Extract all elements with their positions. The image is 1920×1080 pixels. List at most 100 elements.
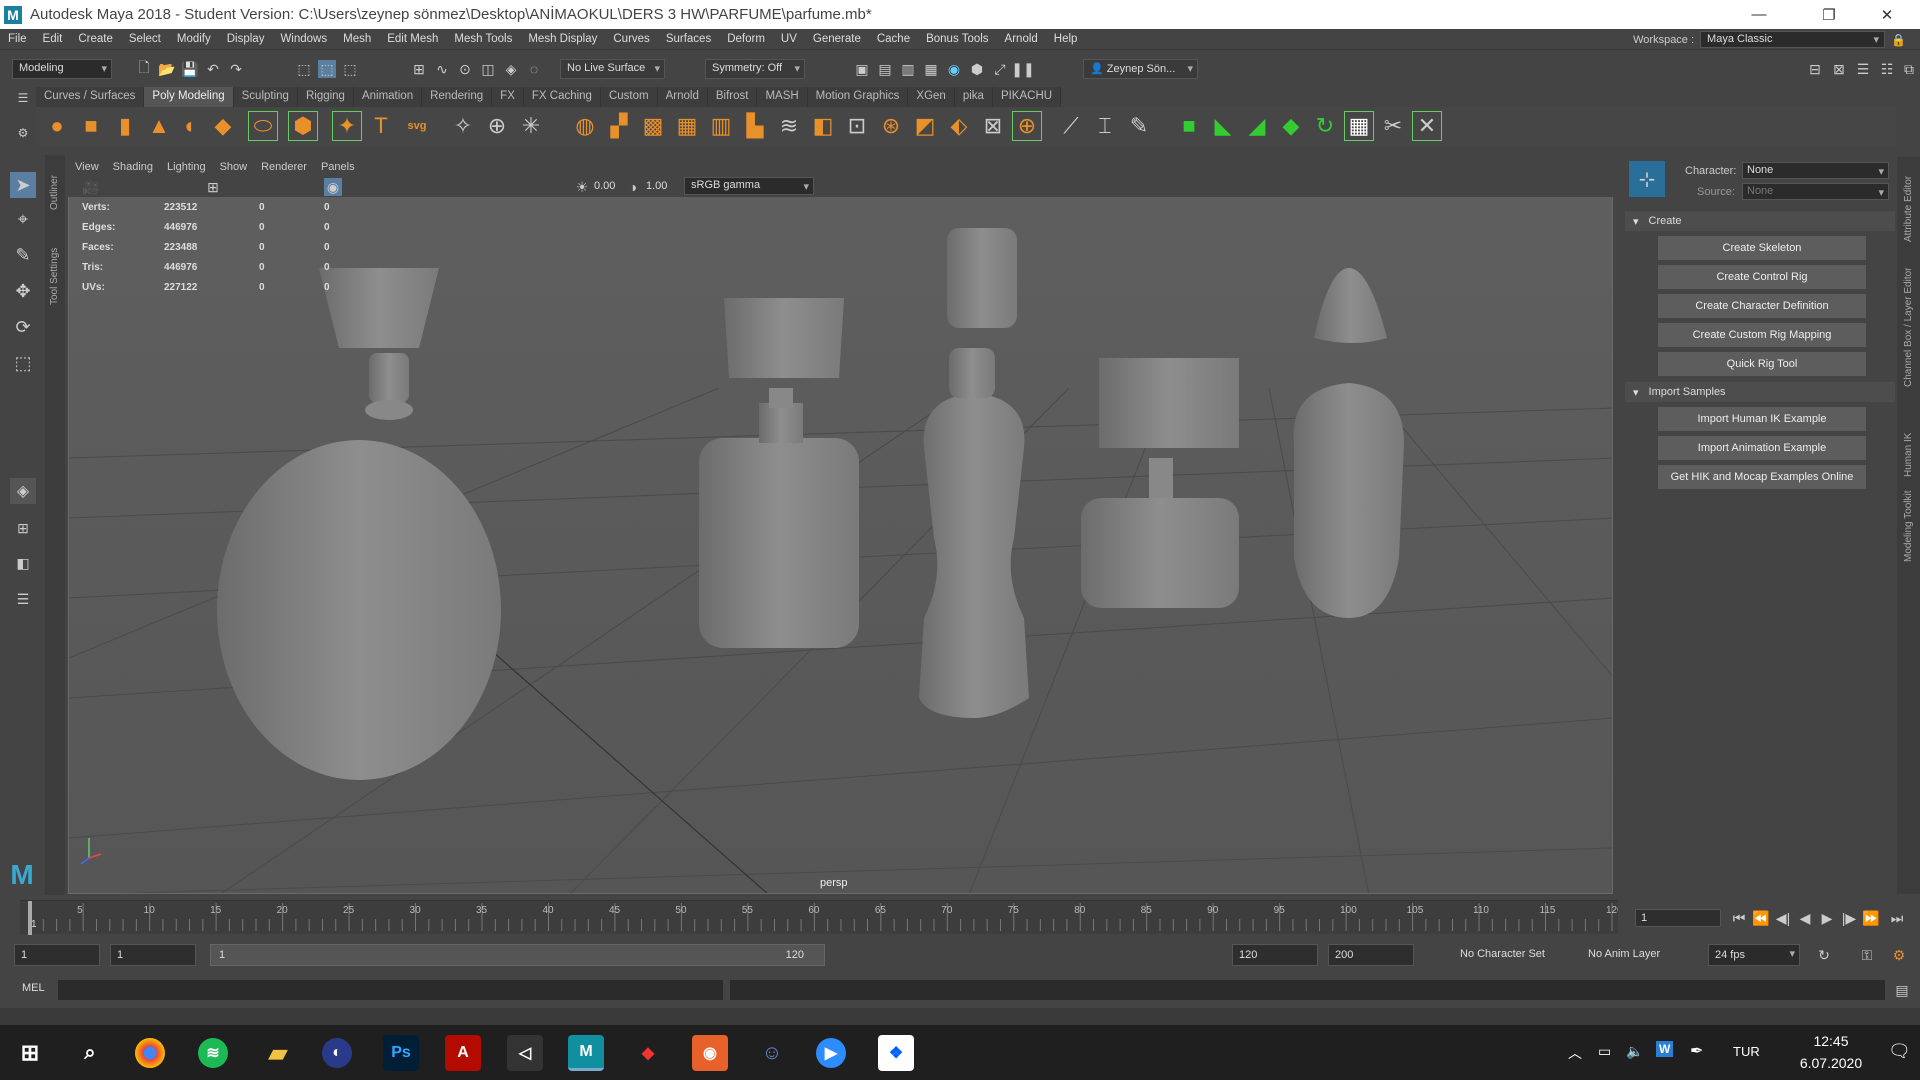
arnold-ipr-icon[interactable]: ⤢ — [991, 60, 1009, 78]
select-hierarchy-icon[interactable]: ⬚ — [295, 60, 313, 78]
ipr-render-icon[interactable]: ▥ — [899, 60, 917, 78]
snap-point-icon[interactable]: ⊙ — [456, 60, 474, 78]
undo-icon[interactable]: ↶ — [204, 60, 222, 78]
search-icon[interactable]: ⌕ — [72, 1035, 108, 1071]
snap-vertex-icon[interactable]: ◌ — [525, 60, 543, 78]
playback-end-field[interactable]: 120 — [1232, 944, 1318, 966]
uv-cylindrical-icon[interactable]: ◣ — [1208, 111, 1238, 141]
boolean-icon[interactable]: ▩ — [638, 111, 668, 141]
acrobat-icon[interactable]: A — [445, 1035, 481, 1071]
current-frame-field[interactable]: 1 — [1635, 909, 1721, 927]
import-human-ik-example-button[interactable]: Import Human IK Example — [1658, 407, 1866, 431]
shelf-tab-rendering[interactable]: Rendering — [422, 87, 493, 107]
step-forward-key-icon[interactable]: ⏩ — [1862, 909, 1880, 927]
layout-two-icon[interactable]: ◧ — [10, 550, 36, 576]
minimize-button[interactable]: — — [1736, 0, 1782, 29]
layer-editor-icon[interactable]: ⧉ — [1900, 60, 1918, 78]
viewport-menu-view[interactable]: View — [68, 161, 106, 173]
close-button[interactable]: ✕ — [1864, 0, 1910, 29]
poly-star-icon[interactable]: ✦ — [332, 111, 362, 141]
merge-icon[interactable]: ⊕ — [1012, 111, 1042, 141]
create-control-rig-button[interactable]: Create Control Rig — [1658, 265, 1866, 289]
shelf-tab-pikachu[interactable]: PIKACHU — [992, 87, 1062, 107]
sketchup-icon[interactable]: ◆ — [630, 1035, 666, 1071]
shelf-tab-animation[interactable]: Animation — [353, 87, 423, 107]
time-slider[interactable]: 1 5 10 15 20 25 30 35 40 45 50 55 60 65 70 75 80 85 90 95 10… — [20, 900, 1623, 935]
extrude-icon[interactable]: ▥ — [706, 111, 736, 141]
viewport-menu-lighting[interactable]: Lighting — [160, 161, 213, 173]
menu-mesh[interactable]: Mesh — [335, 33, 379, 45]
multi-cut-icon[interactable]: ⊠ — [978, 111, 1008, 141]
right-tab-attribute-editor[interactable]: Attribute Editor — [1903, 176, 1914, 242]
poly-cone-icon[interactable]: ▲ — [144, 111, 174, 141]
target-weld-icon[interactable]: ✎ — [1124, 111, 1154, 141]
grid-toggle-icon[interactable]: ⊞ — [204, 178, 222, 196]
uv-layout-icon[interactable]: ▦ — [1344, 111, 1374, 141]
paint-select-icon[interactable]: ✎ — [10, 242, 36, 268]
select-tool-icon[interactable]: ➤ — [10, 172, 36, 198]
outliner-tab[interactable]: Outliner — [49, 175, 60, 210]
create-section-header[interactable]: ▾ Create — [1625, 211, 1895, 231]
file-explorer-icon[interactable]: ▰ — [260, 1035, 296, 1071]
offset-edge-loop-icon[interactable]: ⌶ — [1090, 111, 1120, 141]
step-forward-frame-icon[interactable]: |▶ — [1840, 909, 1858, 927]
photoshop-icon[interactable]: Ps — [383, 1035, 419, 1071]
tool-settings-tab[interactable]: Tool Settings — [49, 248, 60, 305]
mel-label[interactable]: MEL — [22, 982, 45, 994]
extract-icon[interactable]: ▞ — [604, 111, 634, 141]
spotify-icon[interactable]: ≋ — [198, 1038, 228, 1068]
poly-torus-icon[interactable]: ◐ — [176, 111, 206, 141]
menu-generate[interactable]: Generate — [805, 33, 869, 45]
shelf-tab-poly-modeling[interactable]: Poly Modeling — [144, 87, 234, 107]
poly-sphere-icon[interactable]: ● — [42, 111, 72, 141]
render-settings-icon[interactable]: ▦ — [922, 60, 940, 78]
anim-layer-dropdown[interactable]: No Anim Layer — [1588, 948, 1660, 960]
fps-dropdown[interactable]: 24 fps — [1708, 944, 1800, 966]
right-tab-modeling-toolkit[interactable]: Modeling Toolkit — [1903, 490, 1914, 562]
symmetry-dropdown[interactable]: Symmetry: Off — [705, 59, 805, 79]
play-forward-icon[interactable]: ▶ — [1818, 909, 1836, 927]
redo-icon[interactable]: ↷ — [227, 60, 245, 78]
step-back-key-icon[interactable]: ⏪ — [1752, 909, 1770, 927]
outliner-layout-icon[interactable]: ☰ — [10, 586, 36, 612]
layout-single-icon[interactable]: ◈ — [10, 478, 36, 504]
viewport-menu-renderer[interactable]: Renderer — [254, 161, 314, 173]
combine-icon[interactable]: ⊕ — [482, 111, 512, 141]
render-view-icon[interactable]: ▣ — [853, 60, 871, 78]
select-object-icon[interactable]: ⬚ — [318, 60, 336, 78]
clock-time[interactable]: 12:45 — [1796, 1033, 1866, 1049]
unity-icon[interactable]: ◁ — [507, 1035, 543, 1071]
poly-disc-icon[interactable]: ⬭ — [248, 111, 278, 141]
move-tool-icon[interactable]: ✥ — [10, 278, 36, 304]
menu-surfaces[interactable]: Surfaces — [658, 33, 719, 45]
loop-icon[interactable]: ↻ — [1815, 946, 1833, 964]
create-skeleton-button[interactable]: Create Skeleton — [1658, 236, 1866, 260]
render-current-icon[interactable]: ▤ — [876, 60, 894, 78]
pause-ipr-icon[interactable]: ❚❚ — [1011, 60, 1034, 78]
bridge-icon[interactable]: ▙ — [740, 111, 770, 141]
shelf-tab-fx-caching[interactable]: FX Caching — [523, 87, 601, 107]
poly-svg-icon[interactable]: svg — [402, 111, 432, 141]
bevel-edge-icon[interactable]: ◧ — [808, 111, 838, 141]
smooth-shade-icon[interactable]: ◉ — [324, 178, 342, 196]
gamma-icon[interactable]: ◑ — [624, 178, 642, 196]
uv-sew-icon[interactable]: ✕ — [1412, 111, 1442, 141]
bridge-edge-icon[interactable]: ⊡ — [842, 111, 872, 141]
playback-start-field[interactable]: 1 — [110, 944, 196, 966]
discord-icon[interactable]: ☺ — [754, 1035, 790, 1071]
viewport-menu-shading[interactable]: Shading — [106, 161, 160, 173]
menu-mesh-tools[interactable]: Mesh Tools — [446, 33, 520, 45]
poly-plane-icon[interactable]: ◆ — [208, 111, 238, 141]
scene-end-field[interactable]: 200 — [1328, 944, 1414, 966]
menu-arnold[interactable]: Arnold — [997, 33, 1046, 45]
sculpt-icon[interactable]: ✧ — [448, 111, 478, 141]
poly-cylinder-icon[interactable]: ▮ — [110, 111, 140, 141]
menu-modify[interactable]: Modify — [169, 33, 219, 45]
viewport-menu-show[interactable]: Show — [213, 161, 255, 173]
separate-icon[interactable]: ✳ — [516, 111, 546, 141]
notifications-icon[interactable]: 🗨 — [1888, 1041, 1911, 1062]
exposure-value[interactable]: 0.00 — [594, 180, 615, 192]
menu-edit-mesh[interactable]: Edit Mesh — [379, 33, 446, 45]
new-scene-icon[interactable]: 🗋 — [135, 59, 153, 78]
range-slider[interactable]: 1 120 — [210, 944, 825, 966]
